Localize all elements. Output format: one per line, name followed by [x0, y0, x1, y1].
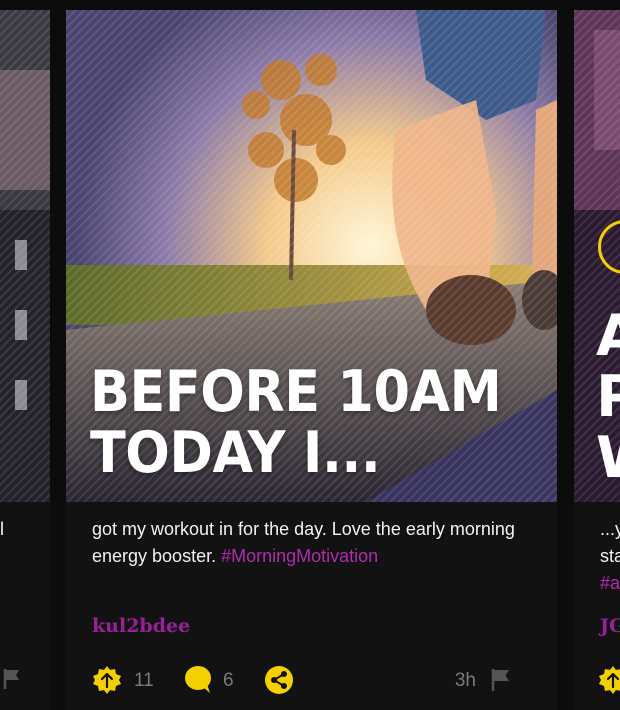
post-headline-line-2: TODAY I...	[90, 420, 381, 486]
post-image: BEFORE 10AM TODAY I...	[66, 10, 557, 502]
post-headline-next: A P W	[596, 306, 620, 489]
hashtag-link[interactable]: #MorningMotivation	[221, 546, 378, 566]
post-caption-previous: l	[0, 519, 4, 539]
hashtag-link-next[interactable]: #a	[600, 570, 620, 597]
username-link-next[interactable]: JG	[600, 615, 620, 637]
post-image-previous	[0, 10, 50, 502]
post-time: 3h	[454, 670, 476, 691]
comment-icon[interactable]	[183, 665, 213, 695]
post-caption: got my workout in for the day. Love the …	[92, 516, 542, 570]
share-icon[interactable]	[264, 665, 294, 695]
post-caption-next: ...y sta #a	[600, 516, 620, 597]
post-caption-next-line-2: sta	[600, 546, 620, 566]
post-card-previous[interactable]: l	[0, 10, 50, 710]
post-headline-next-line-3: W	[596, 428, 620, 489]
flag-icon[interactable]	[2, 667, 22, 696]
post-headline-next-line-1: A	[596, 303, 620, 369]
upvote-icon[interactable]	[598, 665, 620, 700]
post-caption-next-line-1: ...y	[600, 519, 620, 539]
post-image-next: A P W	[574, 10, 620, 502]
post-headline-next-line-2: P	[596, 364, 620, 430]
post-card-next[interactable]: A P W ...y sta #a JG	[574, 10, 620, 710]
post-headline-line-1: BEFORE 10AM	[90, 359, 502, 425]
post-headline: BEFORE 10AM TODAY I...	[90, 359, 502, 486]
flag-icon[interactable]	[490, 667, 512, 698]
post-actions: 11 6 3h	[92, 665, 538, 695]
comment-count: 6	[223, 670, 234, 691]
post-card[interactable]: BEFORE 10AM TODAY I... got my workout in…	[66, 10, 557, 710]
username-link[interactable]: kul2bdee	[92, 615, 190, 637]
upvote-icon[interactable]	[92, 665, 122, 695]
upvote-count: 11	[134, 670, 154, 691]
